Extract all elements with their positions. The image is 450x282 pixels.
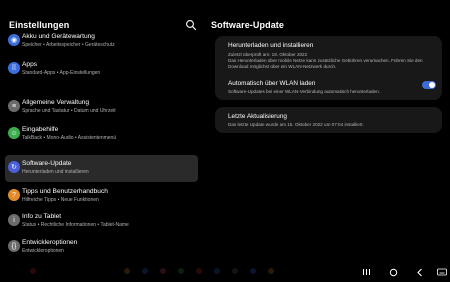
item-subtitle: TalkBack • Mono-Audio • Assistentenmenü bbox=[22, 135, 117, 141]
dock-app-icon bbox=[178, 268, 184, 274]
battery-care-icon: ◉ bbox=[8, 34, 20, 46]
last-update-card[interactable]: Letzte Aktualisierung Das letzte Update … bbox=[215, 107, 442, 133]
settings-item-tablet-info[interactable]: i Info zu Tablet Status • Rechtliche Inf… bbox=[5, 208, 198, 235]
item-subtitle: Sprache und Tastatur • Datum und Uhrzeit bbox=[22, 108, 116, 114]
settings-item-apps[interactable]: ⠿ Apps Standard-Apps • App-Einstellungen bbox=[5, 56, 198, 83]
settings-item-general-management[interactable]: ≡ Allgemeine Verwaltung Sprache und Tast… bbox=[5, 94, 198, 121]
item-label: Info zu Tablet bbox=[22, 213, 62, 220]
item-subtitle: Speicher • Arbeitsspeicher • Geräteschut… bbox=[22, 42, 115, 48]
page-title: Software-Update bbox=[211, 20, 285, 30]
item-label: Eingabehilfe bbox=[22, 126, 59, 133]
dock-app-icon bbox=[232, 268, 238, 274]
item-label: Allgemeine Verwaltung bbox=[22, 99, 90, 106]
dock-app-icon bbox=[124, 268, 130, 274]
item-subtitle: Standard-Apps • App-Einstellungen bbox=[22, 70, 101, 76]
software-update-icon: ↻ bbox=[8, 161, 20, 173]
home-icon[interactable] bbox=[387, 266, 399, 278]
item-subtitle: Status • Rechtliche Informationen • Tabl… bbox=[22, 222, 129, 228]
item-label: Apps bbox=[22, 61, 38, 68]
recent-apps-icon[interactable] bbox=[360, 266, 372, 278]
dock-app-icon bbox=[268, 268, 274, 274]
dock-app-icon bbox=[142, 268, 148, 274]
info-icon: i bbox=[8, 214, 20, 226]
settings-item-developer-options[interactable]: {} Entwickleroptionen Entwickleroptionen bbox=[5, 234, 198, 261]
download-install-button[interactable]: Herunterladen und installieren bbox=[228, 42, 313, 49]
settings-item-tips[interactable]: ? Tipps und Benutzerhandbuch Hilfreiche … bbox=[5, 183, 198, 210]
item-label: Tipps und Benutzerhandbuch bbox=[22, 188, 108, 195]
toggle-knob bbox=[429, 82, 435, 88]
item-subtitle: Hilfreiche Tipps • Neue Funktionen bbox=[22, 197, 99, 203]
item-label: Entwickleroptionen bbox=[22, 239, 78, 246]
settings-list-panel: Einstellungen ◉ Akku und Gerätewartung S… bbox=[0, 0, 205, 282]
software-update-panel: Software-Update Herunterladen und instal… bbox=[205, 0, 450, 282]
item-label: Akku und Gerätewartung bbox=[22, 33, 95, 40]
accessibility-icon: ☺ bbox=[8, 127, 20, 139]
settings-item-software-update[interactable]: ↻ Software-Update Herunterladen und inst… bbox=[5, 155, 198, 182]
item-label: Software-Update bbox=[22, 160, 72, 167]
download-description: Das Herunterladen über mobile Netze kann… bbox=[228, 58, 423, 69]
apps-icon: ⠿ bbox=[8, 62, 20, 74]
auto-wlan-label: Automatisch über WLAN laden bbox=[228, 80, 316, 87]
keyboard-icon[interactable] bbox=[436, 266, 448, 278]
navigation-bar bbox=[0, 262, 450, 282]
dock-app-icon bbox=[250, 268, 256, 274]
developer-options-icon: {} bbox=[8, 240, 20, 252]
last-update-title: Letzte Aktualisierung bbox=[228, 113, 287, 120]
settings-item-battery[interactable]: ◉ Akku und Gerätewartung Speicher • Arbe… bbox=[5, 28, 198, 55]
settings-item-accessibility[interactable]: ☺ Eingabehilfe TalkBack • Mono-Audio • A… bbox=[5, 121, 198, 148]
last-update-description: Das letzte Update wurde am 15. Oktober 2… bbox=[228, 122, 364, 127]
dock-app-icon bbox=[196, 268, 202, 274]
dock-app-icon bbox=[30, 268, 36, 274]
tips-icon: ? bbox=[8, 189, 20, 201]
dock-app-icon bbox=[160, 268, 166, 274]
item-subtitle: Herunterladen und installieren bbox=[22, 169, 89, 175]
general-management-icon: ≡ bbox=[8, 100, 20, 112]
download-install-card: Herunterladen und installieren Zuletzt ü… bbox=[215, 36, 442, 100]
dock-app-icon bbox=[214, 268, 220, 274]
auto-wlan-toggle[interactable] bbox=[422, 81, 436, 89]
item-subtitle: Entwickleroptionen bbox=[22, 248, 64, 254]
back-icon[interactable] bbox=[414, 266, 426, 278]
auto-wlan-description: Software-Updates bei einer WLAN-Verbindu… bbox=[228, 89, 380, 94]
